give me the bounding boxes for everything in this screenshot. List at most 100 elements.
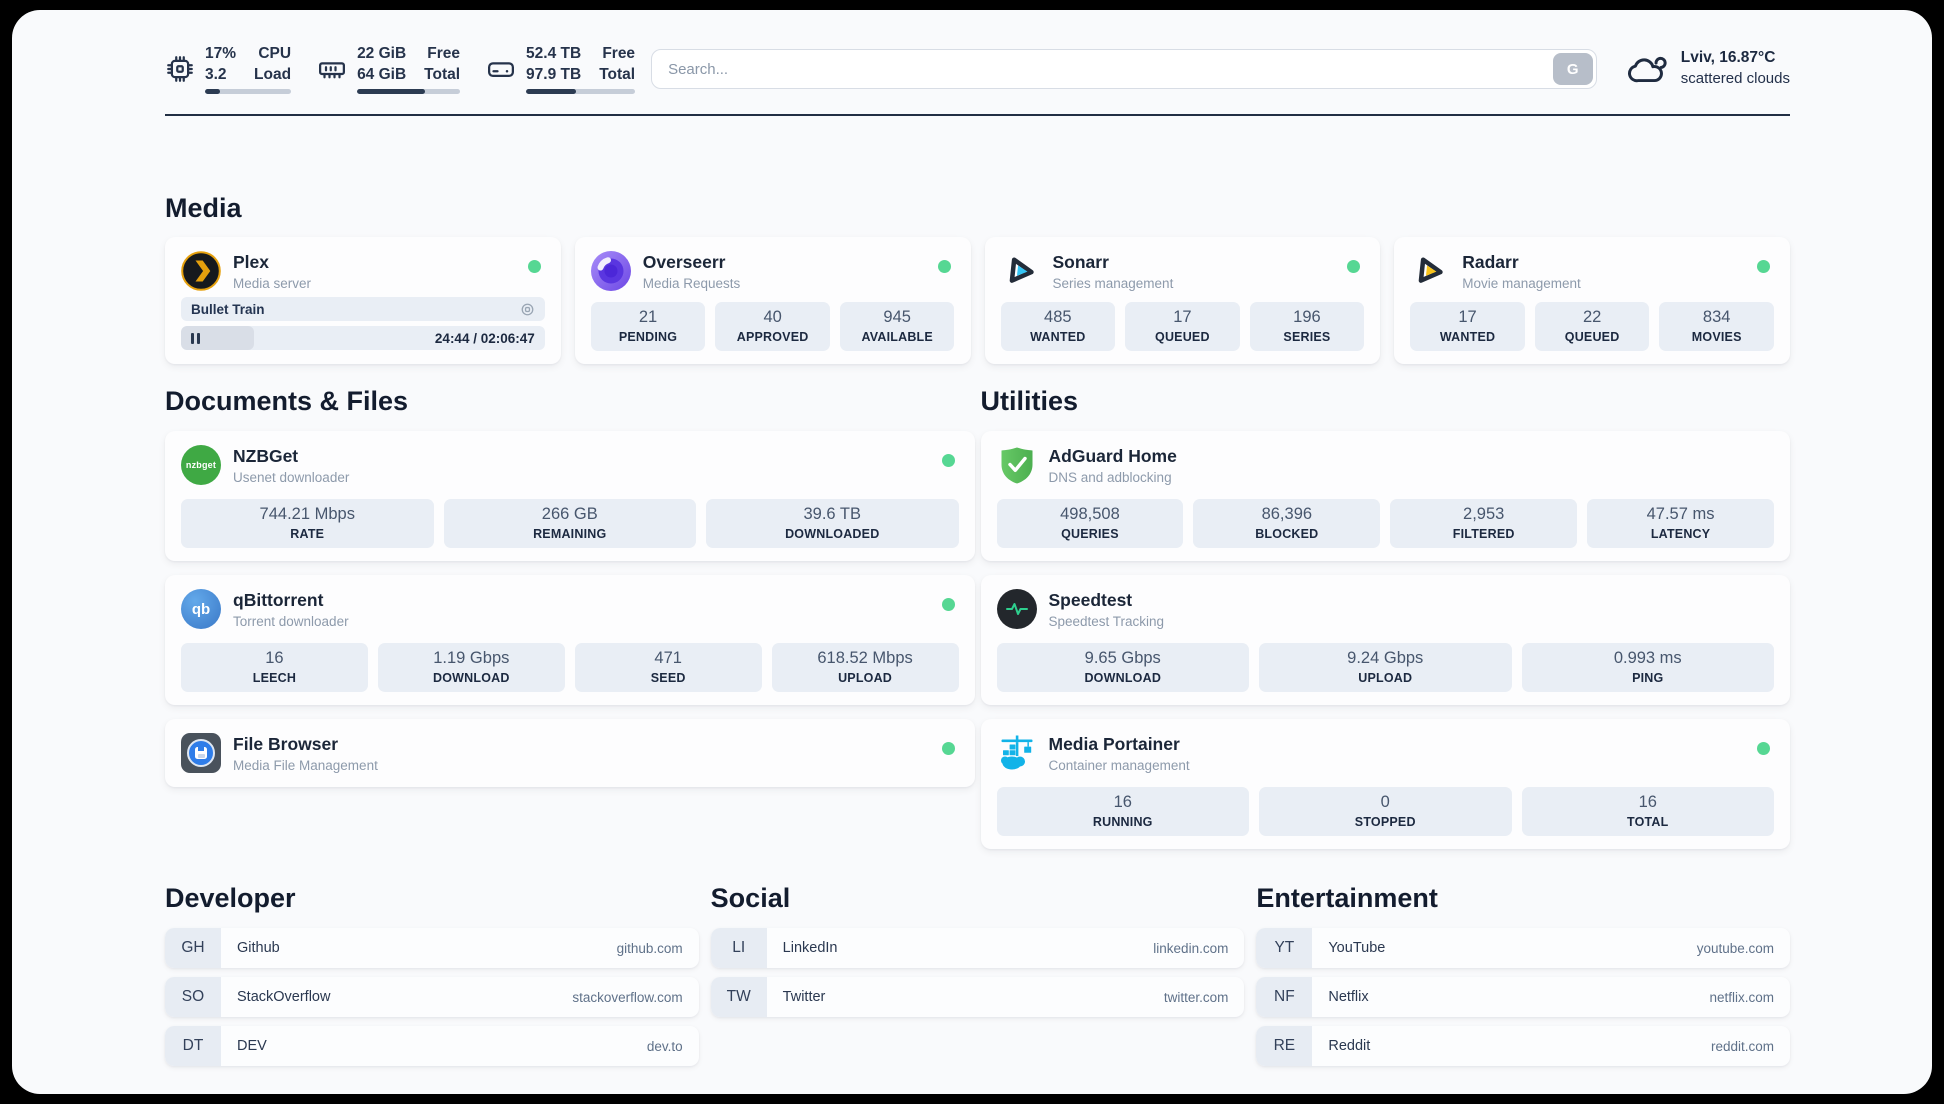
- stat-box-movies: 834 MOVIES: [1659, 302, 1774, 351]
- stat-box-upload: 618.52 Mbps UPLOAD: [771, 643, 959, 692]
- service-card-adguard[interactable]: AdGuard Home DNS and adblocking 498,508 …: [980, 431, 1790, 561]
- bookmark-name: Twitter: [782, 989, 826, 1005]
- stat-box-rate: 744.21 Mbps RATE: [181, 499, 434, 548]
- bookmark-twitter[interactable]: TW Twitter twitter.com: [710, 977, 1245, 1017]
- bookmark-abbr: RE: [1256, 1026, 1313, 1066]
- stat-box-remaining: 266 GB REMAINING: [443, 499, 696, 548]
- stat-box-pending: 21 PENDING: [590, 302, 706, 351]
- service-description: Media Requests: [642, 275, 741, 291]
- service-name: Radarr: [1462, 251, 1519, 272]
- search-bar: G: [651, 49, 1597, 89]
- cpu-widget: 17% 3.2 CPU Load: [165, 44, 292, 94]
- bookmark-abbr: TW: [710, 977, 767, 1017]
- weather-condition: scattered clouds: [1680, 70, 1790, 88]
- service-card-nzbget[interactable]: nzbget NZBGet Usenet downloader 744.21 M…: [165, 431, 975, 561]
- cpu-load-value: 3.2: [205, 65, 227, 83]
- now-playing-widget: Bullet Train 24:44 / 02:06:47: [181, 297, 545, 350]
- disk-widget: 52.4 TB 97.9 TB Free Total: [486, 44, 636, 94]
- stat-box-downloaded: 39.6 TB DOWNLOADED: [706, 499, 959, 548]
- memory-progress-bar: [357, 88, 461, 94]
- service-name: File Browser: [233, 733, 339, 754]
- adguard-icon: [997, 445, 1037, 485]
- memory-free-label: Free: [427, 45, 461, 63]
- media-card-row: Plex Media server Bullet Train 24:44 / 0…: [165, 237, 1790, 364]
- service-description: Media File Management: [233, 757, 378, 773]
- service-card-portainer[interactable]: Media Portainer Container management 16 …: [980, 719, 1790, 849]
- bookmark-name: Netflix: [1328, 989, 1369, 1005]
- service-description: Speedtest Tracking: [1048, 613, 1165, 629]
- bookmark-url: youtube.com: [1696, 940, 1775, 956]
- section-title-utilities: Utilities: [980, 386, 1079, 416]
- bookmark-youtube[interactable]: YT YouTube youtube.com: [1256, 928, 1791, 968]
- bookmark-linkedin[interactable]: LI LinkedIn linkedin.com: [710, 928, 1245, 968]
- service-card-overseerr[interactable]: Overseerr Media Requests 21 PENDING 40 A…: [574, 237, 971, 364]
- stat-box-seed: 471 SEED: [574, 643, 762, 692]
- bookmark-abbr: DT: [165, 1026, 221, 1066]
- memory-free-value: 22 GiB: [357, 45, 407, 63]
- service-description: Movie management: [1462, 275, 1581, 291]
- pause-icon[interactable]: [191, 332, 200, 344]
- bookmark-github[interactable]: GH Github github.com: [165, 928, 699, 968]
- service-card-sonarr[interactable]: Sonarr Series management 485 WANTED 17 Q…: [984, 237, 1381, 364]
- section-title-entertainment: Entertainment: [1256, 883, 1438, 913]
- bookmark-abbr: NF: [1256, 977, 1313, 1017]
- bookmark-url: twitter.com: [1163, 989, 1229, 1005]
- bookmark-group-entertainment: Entertainment YT YouTube youtube.com NF …: [1256, 883, 1791, 1075]
- bookmark-abbr: LI: [710, 928, 767, 968]
- status-dot-online: [1757, 260, 1770, 273]
- stat-box-leech: 16 LEECH: [181, 643, 368, 692]
- stat-box-series: 196 SERIES: [1249, 302, 1365, 351]
- nzbget-icon: nzbget: [181, 445, 221, 485]
- service-name: AdGuard Home: [1048, 445, 1177, 466]
- bookmark-abbr: SO: [165, 977, 221, 1017]
- service-name: Overseerr: [642, 251, 726, 272]
- dashboard-page: 17% 3.2 CPU Load 22 GiB 64 GiB Free Tota…: [12, 10, 1932, 1094]
- section-title-developer: Developer: [165, 883, 296, 913]
- memory-total-value: 64 GiB: [357, 65, 407, 83]
- bookmark-group-social: Social LI LinkedIn linkedin.com TW Twitt…: [710, 883, 1245, 1075]
- service-card-qbittorrent[interactable]: qb qBittorrent Torrent downloader 16 LEE…: [165, 575, 975, 705]
- service-name: Media Portainer: [1048, 733, 1180, 754]
- bookmark-name: StackOverflow: [237, 989, 331, 1005]
- service-card-plex[interactable]: Plex Media server Bullet Train 24:44 / 0…: [165, 237, 561, 364]
- portainer-icon: [997, 733, 1037, 773]
- plex-icon: [181, 251, 221, 291]
- weather-location-temp: Lviv, 16.87°C: [1680, 49, 1776, 67]
- now-playing-view-icon[interactable]: [520, 302, 535, 317]
- speedtest-icon: [996, 589, 1037, 629]
- stat-box-approved: 40 APPROVED: [715, 302, 830, 351]
- service-name: qBittorrent: [233, 589, 324, 610]
- memory-widget: 22 GiB 64 GiB Free Total: [317, 44, 461, 94]
- search-input[interactable]: [651, 49, 1597, 89]
- search-provider-button[interactable]: G: [1552, 53, 1593, 85]
- header-divider: [165, 114, 1790, 116]
- bookmark-stackoverflow[interactable]: SO StackOverflow stackoverflow.com: [165, 977, 699, 1017]
- cpu-usage-value: 17%: [205, 45, 237, 63]
- service-card-speedtest[interactable]: Speedtest Speedtest Tracking 9.65 Gbps D…: [980, 575, 1790, 705]
- stat-box-filtered: 2,953 FILTERED: [1390, 499, 1578, 548]
- bookmark-dev[interactable]: DT DEV dev.to: [165, 1026, 699, 1066]
- bookmark-url: stackoverflow.com: [572, 989, 683, 1005]
- bookmark-netflix[interactable]: NF Netflix netflix.com: [1256, 977, 1791, 1017]
- bookmark-url: dev.to: [646, 1038, 683, 1054]
- service-description: Container management: [1048, 757, 1190, 773]
- service-card-filebrowser[interactable]: File Browser Media File Management: [165, 719, 975, 787]
- status-dot-online: [941, 742, 955, 755]
- section-title-social: Social: [710, 883, 791, 913]
- service-card-radarr[interactable]: Radarr Movie management 17 WANTED 22 QUE…: [1394, 237, 1790, 364]
- bookmark-url: github.com: [616, 940, 683, 956]
- resource-widgets: 17% 3.2 CPU Load 22 GiB 64 GiB Free Tota…: [165, 44, 636, 94]
- now-playing-title: Bullet Train: [191, 301, 265, 317]
- bookmark-name: DEV: [237, 1038, 267, 1054]
- top-bar: 17% 3.2 CPU Load 22 GiB 64 GiB Free Tota…: [165, 40, 1790, 98]
- cpu-label: CPU: [258, 45, 292, 63]
- service-name: Sonarr: [1052, 251, 1109, 272]
- section-title-media: Media: [165, 193, 242, 223]
- stat-box-total: 16 TOTAL: [1521, 787, 1774, 836]
- service-description: Usenet downloader: [233, 469, 350, 485]
- bookmark-reddit[interactable]: RE Reddit reddit.com: [1256, 1026, 1791, 1066]
- disk-total-value: 97.9 TB: [526, 65, 582, 83]
- bookmark-abbr: YT: [1256, 928, 1313, 968]
- disk-free-value: 52.4 TB: [526, 45, 582, 63]
- stat-box-available: 945 AVAILABLE: [839, 302, 955, 351]
